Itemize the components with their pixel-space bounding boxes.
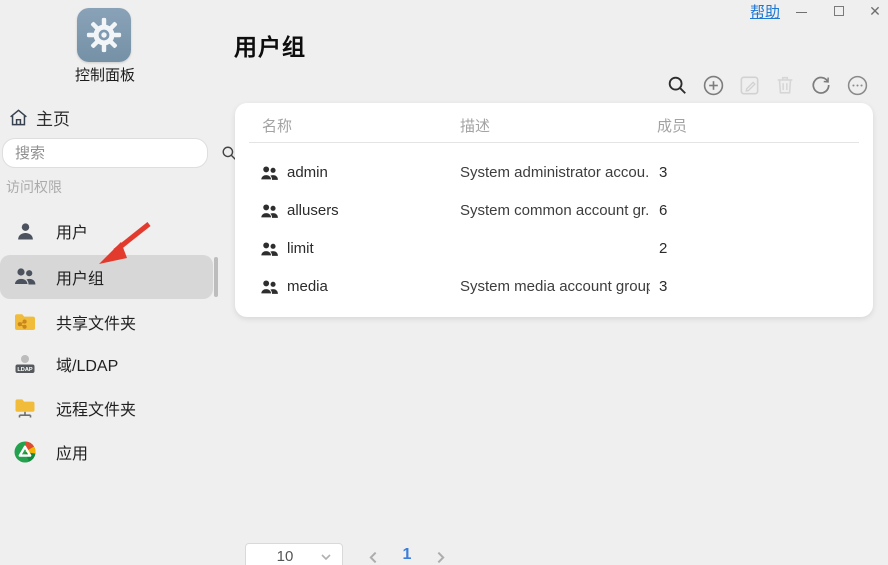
close-icon: ✕ [869,2,881,19]
page-title: 用户组 [234,34,306,60]
close-button[interactable]: ✕ [862,0,888,22]
search-input[interactable] [3,144,220,162]
user-group-icon [12,264,38,290]
control-panel-app-icon[interactable] [77,8,131,62]
home-icon [10,108,27,125]
chevron-down-icon [320,551,332,563]
svg-text:LDAP: LDAP [17,367,32,373]
sidebar-item-user-groups[interactable]: 用户组 [0,255,213,299]
sidebar-scrollbar[interactable] [214,257,218,297]
column-header-members[interactable]: 成员 [657,115,687,136]
user-group-icon [260,240,279,264]
page-size-select[interactable]: 10 [245,543,343,565]
search-icon [668,76,686,94]
table-row-limit[interactable]: limit 2 [235,230,873,268]
sidebar-item-domain-ldap[interactable]: LDAP 域/LDAP [0,342,213,386]
page-size-value: 10 [276,548,294,565]
table-header: 名称 描述 成员 [235,115,873,139]
group-description: System common account gr... [460,202,650,219]
sidebar-home[interactable]: 主页 [8,104,70,130]
apps-icon [12,439,38,465]
group-name: admin [287,164,328,181]
search-box [2,138,236,168]
table-row-media[interactable]: media System media account group 3 [235,268,873,306]
gear-icon [86,17,122,53]
chevron-right-icon [437,551,445,563]
help-link[interactable]: 帮助 [750,1,780,22]
user-group-icon [260,202,279,226]
delete-button[interactable] [772,72,798,98]
trash-icon [777,76,793,94]
prev-page-button[interactable] [362,546,384,565]
group-members-count: 2 [659,240,668,257]
sidebar-item-shared-folders[interactable]: 共享文件夹 [0,300,213,344]
user-group-icon [260,278,279,302]
section-access-rights: 访问权限 [6,179,62,195]
search-button[interactable] [664,72,690,98]
sidebar-item-label: 域/LDAP [56,358,119,375]
sidebar-item-label: 用户 [56,225,89,242]
sidebar-item-label: 用户组 [56,271,105,288]
maximize-button[interactable] [826,0,852,22]
group-name: allusers [287,202,339,219]
sidebar-item-label: 共享文件夹 [56,316,137,333]
user-group-icon [260,164,279,188]
group-members-count: 6 [659,202,668,219]
more-button[interactable] [844,72,870,98]
edit-icon [740,76,758,94]
home-label: 主页 [36,109,70,129]
sidebar-item-label: 远程文件夹 [56,402,137,419]
user-groups-table: 名称 描述 成员 admin System administrator acco… [235,103,873,317]
sidebar-item-label: 应用 [56,446,89,463]
sidebar-item-users[interactable]: 用户 [0,209,213,253]
add-button[interactable] [700,72,726,98]
sidebar-item-remote-folders[interactable]: 远程文件夹 [0,386,213,430]
toolbar [664,70,870,100]
refresh-icon [812,76,830,94]
chevron-left-icon [368,551,376,563]
more-icon [847,75,867,95]
header-divider [249,142,859,143]
refresh-button[interactable] [808,72,834,98]
group-description: System media account group [460,278,650,295]
group-description: System administrator accou... [460,164,650,181]
user-icon [12,218,38,244]
current-page[interactable]: 1 [396,546,418,564]
next-page-button[interactable] [429,546,451,565]
group-name: media [287,278,328,295]
group-members-count: 3 [659,278,668,295]
column-header-name[interactable]: 名称 [262,115,292,136]
column-header-description[interactable]: 描述 [460,115,490,136]
table-row-admin[interactable]: admin System administrator accou... 3 [235,154,873,192]
edit-button[interactable] [736,72,762,98]
minimize-icon [795,11,807,13]
minimize-button[interactable] [788,0,814,22]
add-icon [703,75,723,95]
maximize-icon [834,6,844,16]
shared-folder-icon [12,309,38,335]
table-row-allusers[interactable]: allusers System common account gr... 6 [235,192,873,230]
ldap-icon: LDAP [12,351,38,377]
group-members-count: 3 [659,164,668,181]
group-name: limit [287,240,314,257]
remote-folder-icon [12,395,38,421]
sidebar-item-apps[interactable]: 应用 [0,430,213,474]
launcher-label: 控制面板 [74,67,135,84]
